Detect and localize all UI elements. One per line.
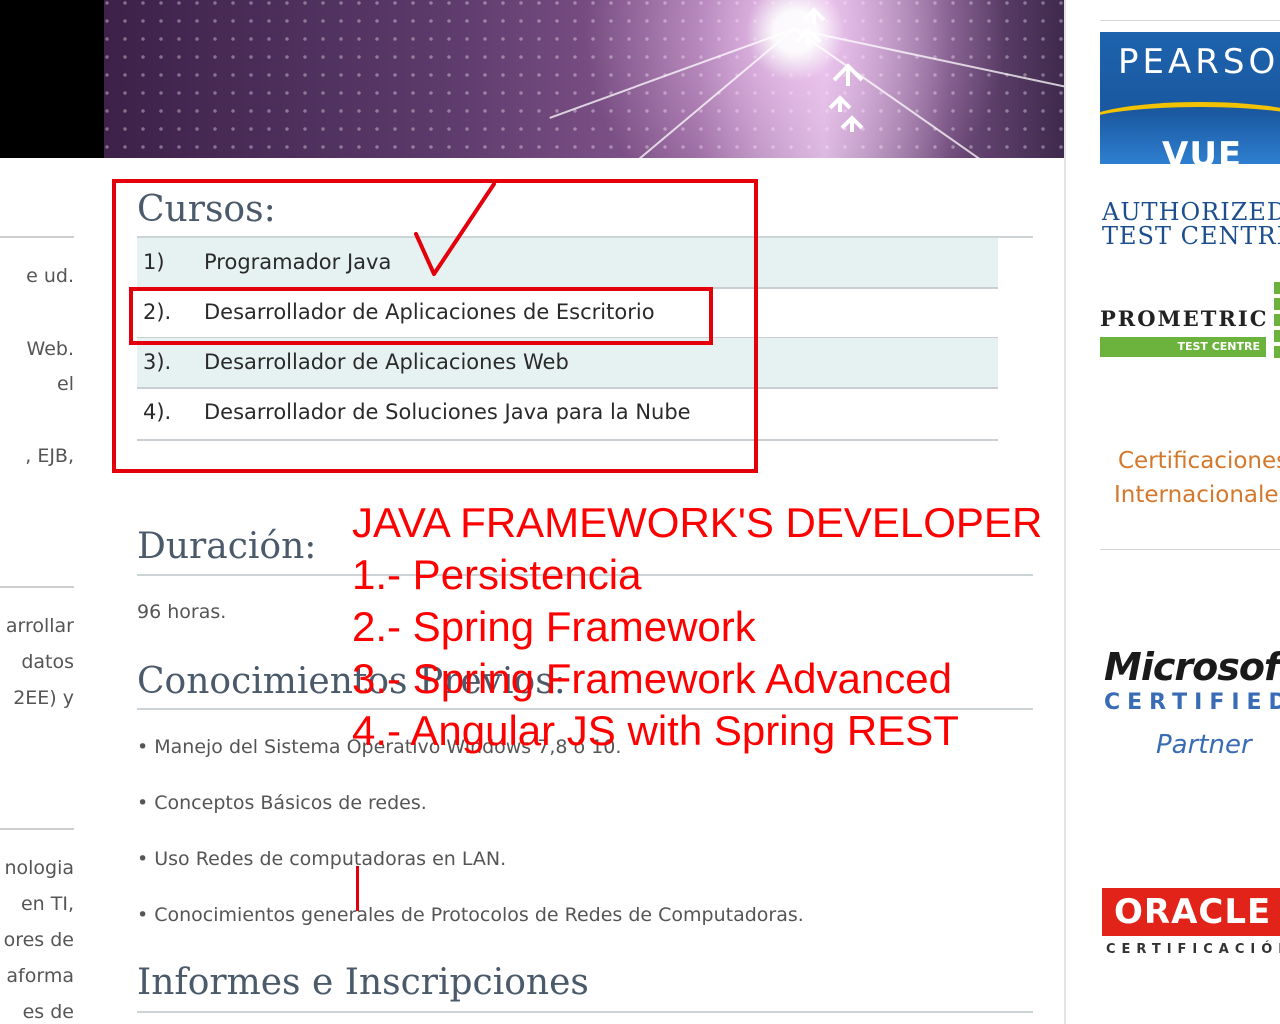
left-text-fragment: arrollar xyxy=(5,615,74,637)
course-2-highlight-box xyxy=(129,287,713,345)
red-checkmark-icon xyxy=(414,182,496,276)
sidebar-rule xyxy=(1100,20,1280,21)
left-text-fragment: aforma xyxy=(6,965,74,987)
annotation-line: 3.- Spring Framework Advanced xyxy=(352,655,952,702)
informes-heading-rule xyxy=(137,1011,1033,1013)
left-text-fragment: 2EE) y xyxy=(13,687,74,709)
left-text-fragment: el xyxy=(57,373,74,395)
header-banner xyxy=(104,0,1064,158)
vue-logo-text: VUE xyxy=(1162,135,1243,164)
left-text-fragment: es de xyxy=(22,1001,74,1023)
red-cursor-mark xyxy=(356,866,359,911)
annotation-line: 2.- Spring Framework xyxy=(352,603,756,650)
prerequisite-item: • Conocimientos generales de Protocolos … xyxy=(137,904,804,926)
authorized-test-centre-logo: AUTHORIZED TEST CENTRE xyxy=(1102,200,1280,248)
certificaciones-line: Certificaciones xyxy=(1118,448,1280,474)
prometric-sub-text: TEST CENTRE xyxy=(1177,340,1260,353)
left-divider xyxy=(0,828,74,830)
annotation-line: JAVA FRAMEWORK'S DEVELOPER xyxy=(352,499,1043,546)
left-text-fragment: , EJB, xyxy=(25,445,74,467)
annotation-line: 4.- Angular JS with Spring REST xyxy=(352,707,959,754)
banner-light-ray xyxy=(549,28,795,119)
duracion-heading: Duración: xyxy=(137,526,317,567)
sidebar-rule xyxy=(1100,549,1280,550)
certificaciones-link[interactable]: Certificaciones Internacionales xyxy=(1114,444,1280,512)
annotation-line: 1.- Persistencia xyxy=(352,551,642,598)
left-text-fragment: e ud. xyxy=(26,265,74,287)
informes-heading: Informes e Inscripciones xyxy=(137,962,589,1003)
oracle-logo-text: ORACLE xyxy=(1114,892,1272,932)
prerequisite-item: • Conceptos Básicos de redes. xyxy=(137,792,427,814)
banner-light-ray xyxy=(609,28,795,158)
oracle-logo[interactable]: ORACLE xyxy=(1102,888,1280,936)
microsoft-logo-text[interactable]: Microsoft xyxy=(1104,645,1280,689)
microsoft-partner-text: Partner xyxy=(1156,730,1252,760)
left-divider xyxy=(0,236,74,238)
left-text-fragment: en TI, xyxy=(20,893,74,915)
prometric-stripes-icon xyxy=(1274,282,1280,358)
duracion-value: 96 horas. xyxy=(137,601,227,623)
oracle-certificacion-text: CERTIFICACIÓN xyxy=(1106,942,1280,957)
pearson-logo-text: PEARSON xyxy=(1118,42,1280,82)
left-text-fragment: Web. xyxy=(26,338,74,360)
framework-annotation: JAVA FRAMEWORK'S DEVELOPER 1.- Persisten… xyxy=(352,497,1042,757)
left-header-block xyxy=(0,0,104,158)
authorized-line: AUTHORIZED xyxy=(1102,198,1280,226)
left-text-fragment: nologia xyxy=(4,857,74,879)
arrows-graphic-icon xyxy=(794,7,864,132)
pearson-vue-logo[interactable]: PEARSON VUE xyxy=(1100,32,1280,164)
internacionales-line: Internacionales xyxy=(1114,482,1280,508)
prerequisite-item: • Uso Redes de computadoras en LAN. xyxy=(137,848,507,870)
microsoft-certified-text: CERTIFIED xyxy=(1104,690,1280,715)
left-text-fragment: datos xyxy=(21,651,74,673)
test-centre-line: TEST CENTRE xyxy=(1102,222,1280,250)
sidebar-divider xyxy=(1064,0,1066,1024)
prometric-test-centre-bar: TEST CENTRE xyxy=(1100,337,1266,357)
left-divider xyxy=(0,586,74,588)
left-column: e ud. Web. el , EJB, arrollar datos 2EE)… xyxy=(0,0,104,1024)
prometric-logo-text[interactable]: PROMETRIC xyxy=(1100,306,1268,331)
left-text-fragment: ores de xyxy=(3,929,74,951)
